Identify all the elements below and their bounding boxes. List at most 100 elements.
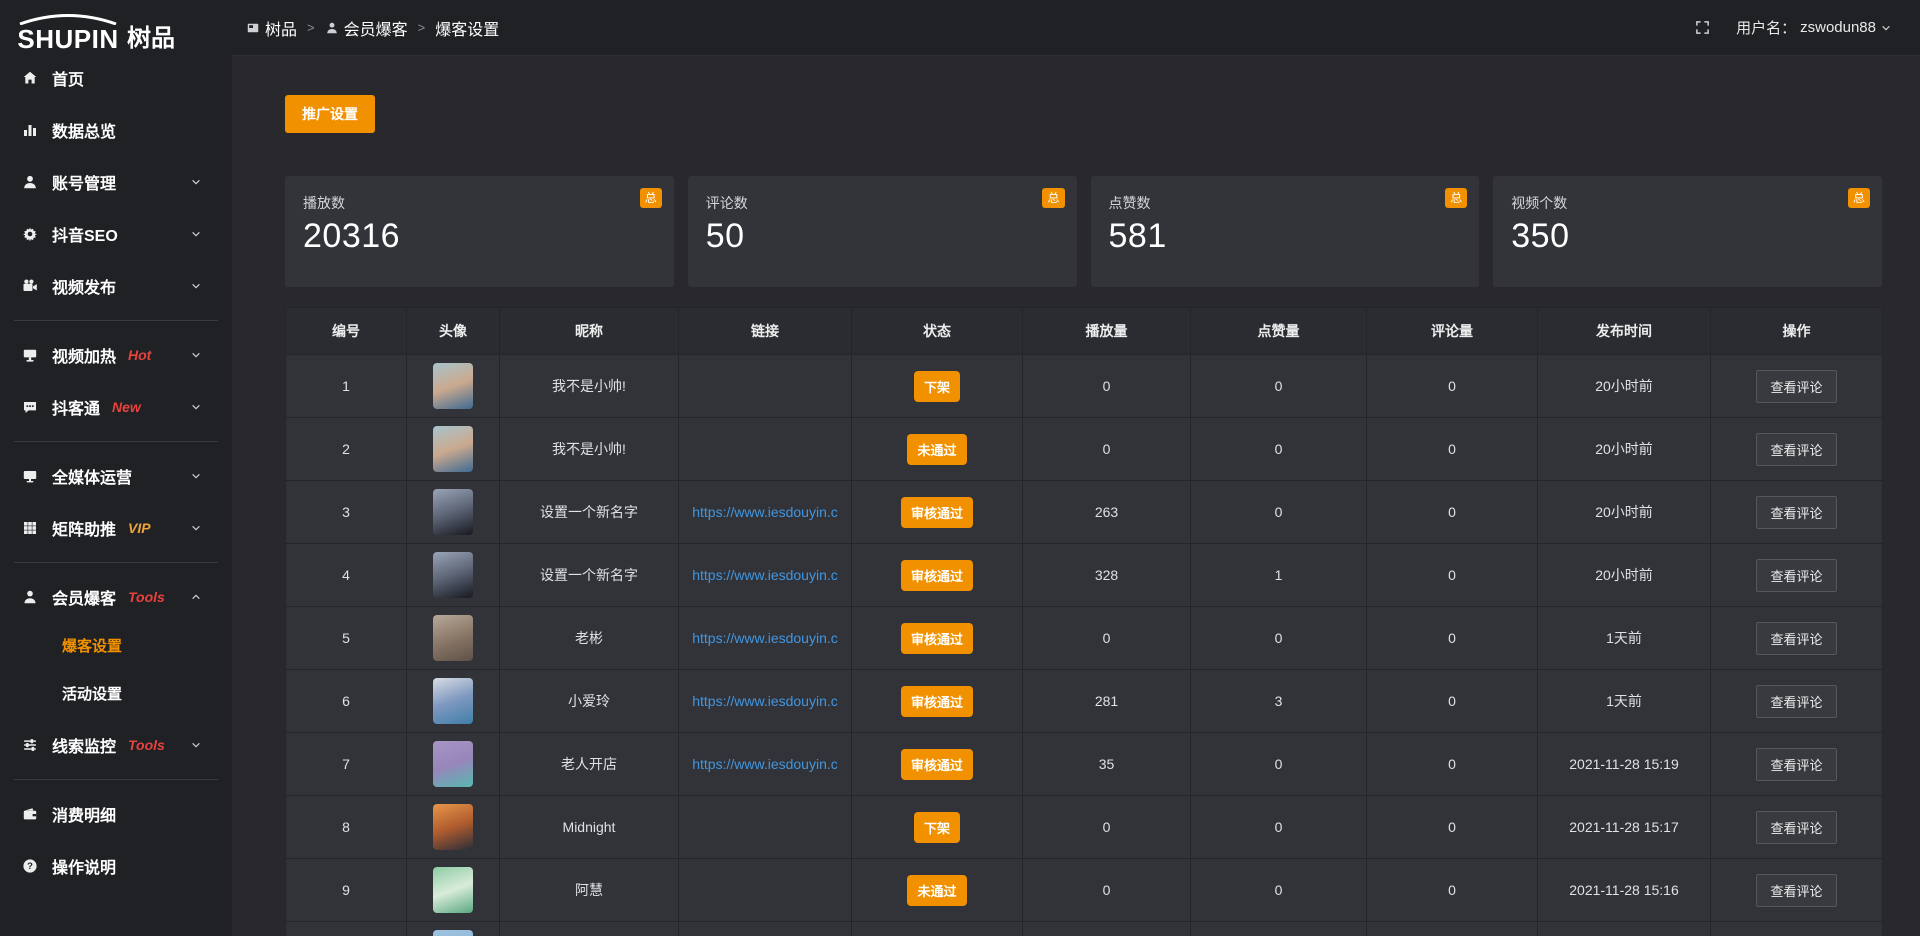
- column-header-comments: 评论量: [1367, 308, 1538, 355]
- cell-likes: 0: [1191, 796, 1367, 859]
- video-link[interactable]: https://www.iesdouyin.c: [692, 630, 838, 646]
- grid-icon: [22, 520, 38, 536]
- cell-plays: 35: [1023, 733, 1191, 796]
- column-header-id: 编号: [286, 308, 407, 355]
- view-comments-button[interactable]: 查看评论: [1756, 433, 1836, 466]
- status-badge[interactable]: 未通过: [907, 434, 966, 465]
- cell-avatar: [407, 796, 500, 859]
- table-row: 4设置一个新名字https://www.iesdouyin.c审核通过32810…: [286, 544, 1883, 607]
- cell-id: 1: [286, 355, 407, 418]
- sidebar-item-video-heating[interactable]: 视频加热Hot: [0, 329, 232, 381]
- cell-id: 7: [286, 733, 407, 796]
- view-comments-button[interactable]: 查看评论: [1756, 685, 1836, 718]
- status-badge[interactable]: 审核通过: [901, 497, 973, 528]
- status-badge[interactable]: 审核通过: [901, 623, 973, 654]
- video-link[interactable]: https://www.iesdouyin.c: [692, 693, 838, 709]
- breadcrumb-item-member-baoke[interactable]: 会员爆客: [325, 16, 408, 40]
- avatar: [433, 489, 473, 535]
- sidebar-item-home[interactable]: 首页: [0, 52, 232, 104]
- status-badge[interactable]: 审核通过: [901, 560, 973, 591]
- chart-icon: [22, 122, 38, 138]
- stat-value: 50: [706, 217, 1059, 256]
- cell-avatar: [407, 355, 500, 418]
- cell-status: 下架: [852, 355, 1023, 418]
- view-comments-button[interactable]: 查看评论: [1756, 559, 1836, 592]
- view-comments-button[interactable]: 查看评论: [1756, 622, 1836, 655]
- sidebar-item-member-baoke[interactable]: 会员爆客Tools: [0, 571, 232, 623]
- fullscreen-icon: [1695, 20, 1710, 35]
- table-row: 2我不是小帅!未通过00020小时前查看评论: [286, 418, 1883, 481]
- sidebar-item-account-management[interactable]: 账号管理: [0, 156, 232, 208]
- sidebar-item-matrix-boost[interactable]: 矩阵助推VIP: [0, 502, 232, 554]
- cell-plays: 0: [1023, 418, 1191, 481]
- table-row: 9阿慧未通过0002021-11-28 15:16查看评论: [286, 859, 1883, 922]
- cell-id: 4: [286, 544, 407, 607]
- chevron-down-icon: [190, 401, 202, 413]
- cell-likes: 0: [1191, 418, 1367, 481]
- view-comments-button[interactable]: 查看评论: [1756, 811, 1836, 844]
- chevron-down-icon: [190, 280, 202, 292]
- cell-avatar: [407, 670, 500, 733]
- cell-nickname: Midnight: [500, 796, 679, 859]
- table-header-row: 编号头像昵称链接状态播放量点赞量评论量发布时间操作: [286, 308, 1883, 355]
- view-comments-button[interactable]: 查看评论: [1756, 748, 1836, 781]
- status-badge[interactable]: 下架: [914, 371, 960, 402]
- cell-action: 查看评论: [1711, 544, 1883, 607]
- total-badge: 总: [1848, 188, 1870, 208]
- cell-action: 查看评论: [1711, 355, 1883, 418]
- cell-comments: 0: [1367, 418, 1538, 481]
- stat-card: 点赞数581总: [1091, 176, 1480, 287]
- sidebar-subitem-activity-settings[interactable]: 活动设置: [0, 671, 232, 719]
- sidebar-item-data-overview[interactable]: 数据总览: [0, 104, 232, 156]
- cell-likes: 3: [1191, 670, 1367, 733]
- cell-avatar: [407, 481, 500, 544]
- breadcrumb-label: 爆客设置: [435, 16, 499, 40]
- cell-plays: 281: [1023, 670, 1191, 733]
- status-badge[interactable]: 审核通过: [901, 749, 973, 780]
- cell-id: 5: [286, 607, 407, 670]
- chevron-down-icon: [190, 522, 216, 534]
- promo-settings-button[interactable]: 推广设置: [285, 95, 375, 133]
- view-comments-button[interactable]: 查看评论: [1756, 370, 1836, 403]
- cell-link: [679, 418, 852, 481]
- cell-nickname: 小爱玲: [500, 670, 679, 733]
- view-comments-button[interactable]: 查看评论: [1756, 874, 1836, 907]
- cell-plays: 0: [1023, 355, 1191, 418]
- status-badge[interactable]: 审核通过: [901, 686, 973, 717]
- status-badge[interactable]: 未通过: [907, 875, 966, 906]
- sidebar-item-douyin-seo[interactable]: 抖音SEO: [0, 208, 232, 260]
- chevron-down-icon: [190, 349, 202, 361]
- cell-plays: 328: [1023, 544, 1191, 607]
- cell-publish_time: 1天前: [1538, 607, 1711, 670]
- sidebar-item-media-operation[interactable]: 全媒体运营: [0, 450, 232, 502]
- sidebar-divider: [14, 779, 218, 780]
- cell-publish_time: 20小时前: [1538, 418, 1711, 481]
- user-area: 用户名：zswodun88: [1695, 17, 1892, 38]
- sidebar-item-label: 会员爆客: [52, 585, 116, 609]
- video-link[interactable]: https://www.iesdouyin.c: [692, 567, 838, 583]
- cell-action: 查看评论: [1711, 481, 1883, 544]
- dashboard-icon: [246, 21, 260, 35]
- avatar: [433, 930, 473, 936]
- avatar: [433, 615, 473, 661]
- status-badge[interactable]: 下架: [914, 812, 960, 843]
- sidebar-item-video-publish[interactable]: 视频发布: [0, 260, 232, 312]
- cell-likes: 1: [1191, 544, 1367, 607]
- video-link[interactable]: https://www.iesdouyin.c: [692, 504, 838, 520]
- stat-card: 视频个数350总: [1493, 176, 1882, 287]
- stat-value: 581: [1109, 217, 1462, 256]
- sidebar-item-douketong[interactable]: 抖客通New: [0, 381, 232, 433]
- view-comments-button[interactable]: 查看评论: [1756, 496, 1836, 529]
- sidebar-item-consumption-detail[interactable]: 消费明细: [0, 788, 232, 840]
- breadcrumb-item-shupin[interactable]: 树品: [246, 16, 297, 40]
- username-dropdown[interactable]: 用户名：zswodun88: [1736, 17, 1892, 38]
- breadcrumb-label: 树品: [265, 16, 297, 40]
- fullscreen-icon[interactable]: [1695, 20, 1710, 35]
- column-header-likes: 点赞量: [1191, 308, 1367, 355]
- video-link[interactable]: https://www.iesdouyin.c: [692, 756, 838, 772]
- sidebar-item-clue-monitor[interactable]: 线索监控Tools: [0, 719, 232, 771]
- avatar: [433, 552, 473, 598]
- cell-status: 审核通过: [852, 733, 1023, 796]
- sidebar-subitem-baoke-settings[interactable]: 爆客设置: [0, 623, 232, 671]
- sidebar-item-operation-guide[interactable]: ?操作说明: [0, 840, 232, 892]
